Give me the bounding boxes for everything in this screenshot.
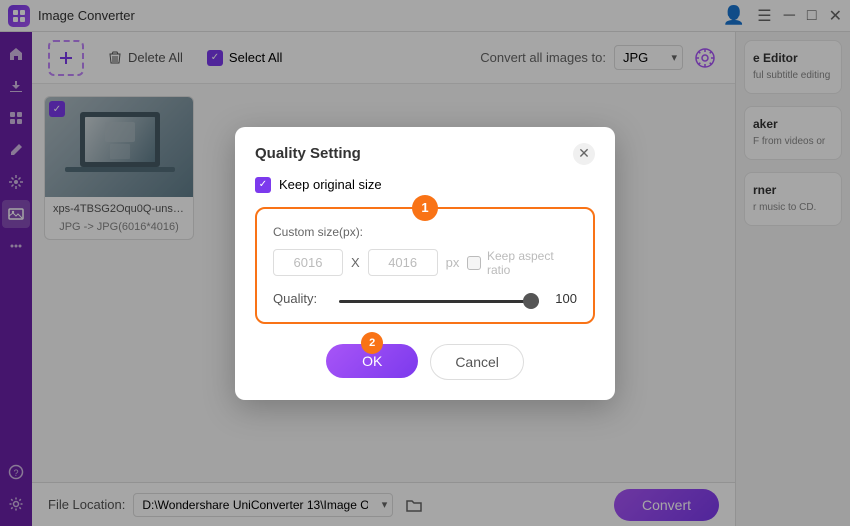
ok-btn-wrap: 2 OK (326, 344, 418, 380)
quality-row: Quality: 100 (273, 291, 577, 306)
quality-slider[interactable] (339, 300, 539, 303)
width-input[interactable] (273, 249, 343, 276)
step-2-badge: 2 (361, 332, 383, 354)
cancel-button[interactable]: Cancel (430, 344, 524, 380)
dialog-overlay: Quality Setting ✕ ✓ Keep original size 1 (0, 0, 850, 526)
quality-dialog: Quality Setting ✕ ✓ Keep original size 1 (235, 127, 615, 400)
quality-label: Quality: (273, 291, 329, 306)
height-input[interactable] (368, 249, 438, 276)
keep-original-label: Keep original size (279, 177, 382, 192)
quality-slider-wrap (339, 291, 539, 306)
dialog-body: ✓ Keep original size 1 Custom size(px): … (235, 177, 615, 344)
aspect-ratio-checkbox[interactable] (467, 256, 481, 270)
dialog-title: Quality Setting (255, 145, 361, 162)
px-label: px (446, 255, 460, 270)
custom-size-label: Custom size(px): (273, 225, 577, 239)
aspect-ratio-label: Keep aspect ratio (487, 249, 577, 277)
keep-original-checkbox[interactable]: ✓ (255, 177, 271, 193)
x-separator: X (351, 255, 360, 270)
keep-original-row: ✓ Keep original size (255, 177, 595, 193)
dialog-footer: 2 OK Cancel (235, 344, 615, 400)
dialog-close-button[interactable]: ✕ (573, 143, 595, 165)
custom-size-box: 1 Custom size(px): X px Keep aspect rati… (255, 207, 595, 324)
dialog-header: Quality Setting ✕ (235, 127, 615, 177)
app-window: Image Converter 👤 ☰ ─ □ ✕ (0, 0, 850, 526)
aspect-ratio-row: Keep aspect ratio (467, 249, 577, 277)
step-1-badge: 1 (412, 195, 438, 221)
size-inputs-row: X px Keep aspect ratio (273, 249, 577, 277)
quality-value: 100 (549, 291, 577, 306)
